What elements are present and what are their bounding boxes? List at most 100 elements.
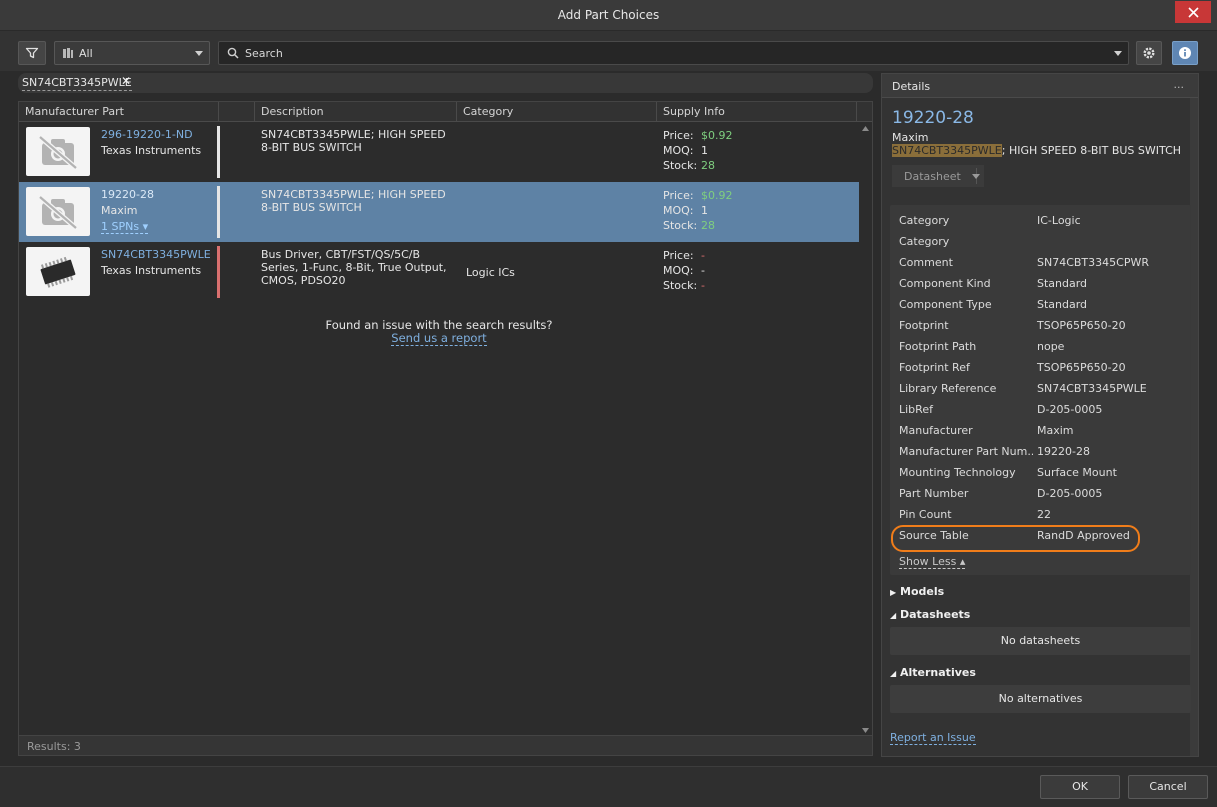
send-report-link[interactable]: Send us a report [391,331,487,346]
property-row: Pin Count 22 [899,504,1189,525]
status-bar [217,186,220,238]
column-header[interactable]: Manufacturer Part [19,102,219,121]
toolbar: All Search [0,31,1217,71]
no-image-icon [26,127,90,176]
cancel-button[interactable]: Cancel [1128,775,1208,799]
search-placeholder: Search [245,47,283,60]
property-value: Standard [1037,298,1088,311]
stock-label: Stock: [663,219,698,232]
scope-dropdown[interactable]: All [54,41,210,65]
section-models[interactable]: ▶ Models [890,585,944,598]
column-header[interactable]: Supply Info [657,102,857,121]
property-value: SN74CBT3345CPWR [1037,256,1149,269]
stock-value: - [701,279,705,292]
window-title: Add Part Choices [557,8,660,22]
moq-value: - [701,264,705,277]
close-button[interactable] [1175,1,1211,23]
close-icon [1187,6,1199,18]
details-title: Details [892,80,931,93]
moq-label: MOQ: [663,264,694,277]
property-value: D-205-0005 [1037,403,1103,416]
table-row-selected[interactable]: 19220-28 Maxim 1 SPNs ▾ SN74CBT3345PWLE;… [19,182,859,242]
table-row[interactable]: SN74CBT3345PWLE Texas Instruments Bus Dr… [19,242,859,302]
property-row: Footprint TSOP65P650-20 [899,315,1189,336]
gear-icon [1143,47,1155,59]
filter-chip[interactable]: SN74CBT3345PWLE [22,76,132,91]
property-row: Library Reference SN74CBT3345PWLE [899,378,1189,399]
report-issue-link[interactable]: Report an Issue [890,731,976,745]
scroll-down-icon[interactable] [862,728,869,733]
property-value: 22 [1037,508,1051,521]
column-header[interactable]: Category [457,102,657,121]
status-bar [217,246,220,298]
property-row: Component Kind Standard [899,273,1189,294]
price-label: Price: [663,189,694,202]
property-key: Manufacturer Part Num... [899,445,1033,458]
property-value: Maxim [1037,424,1074,437]
description: SN74CBT3345PWLE; HIGH SPEED 8-BIT BUS SW… [261,188,446,214]
price-label: Price: [663,249,694,262]
property-key: Category [899,235,950,248]
info-icon [1179,47,1191,59]
info-button[interactable] [1172,41,1198,65]
property-row: Footprint Ref TSOP65P650-20 [899,357,1189,378]
results-count: Results: 3 [19,735,872,755]
filter-chip-bar: SN74CBT3345PWLE ✕ [18,73,873,93]
chevron-down-icon [195,51,203,56]
stock-label: Stock: [663,159,698,172]
feedback-question: Found an issue with the search results? [325,318,553,332]
datasheet-button[interactable]: Datasheet [892,165,984,187]
property-key: Comment [899,256,953,269]
column-header[interactable]: Description [255,102,457,121]
filter-button[interactable] [18,41,46,65]
description: Bus Driver, CBT/FST/QS/5C/B Series, 1-Fu… [261,248,447,287]
scroll-up-icon[interactable] [862,126,869,131]
no-datasheets-box: No datasheets [890,627,1191,655]
no-alternatives-box: No alternatives [890,685,1191,713]
search-history-dropdown[interactable] [1114,51,1122,56]
section-label: Datasheets [900,608,971,621]
part-number-link[interactable]: SN74CBT3345PWLE [101,248,211,261]
chevron-right-icon: ▶ [890,588,897,597]
remove-filter-icon[interactable]: ✕ [121,74,131,88]
manufacturer: Texas Instruments [101,264,202,277]
search-input[interactable]: Search [218,41,1129,65]
property-key: Library Reference [899,382,997,395]
detail-part-number: 19220-28 [892,108,974,128]
property-row: Part Number D-205-0005 [899,483,1189,504]
price-value: $0.92 [701,129,733,142]
part-number-link[interactable]: 296-19220-1-ND [101,128,193,141]
moq-value: 1 [701,144,708,157]
section-alternatives[interactable]: ◢ Alternatives [890,666,976,679]
library-icon [63,48,73,58]
spn-dropdown[interactable]: 1 SPNs ▾ [101,220,149,234]
property-key: Component Type [899,298,992,311]
supply-info: Price: $0.92 MOQ: 1 Stock: 28 [663,128,733,173]
property-key: Manufacturer [899,424,973,437]
ok-button[interactable]: OK [1040,775,1120,799]
spn-count: 1 SPNs [101,220,140,233]
stock-value: 28 [701,219,715,232]
results-scrollbar[interactable] [859,122,872,737]
status-bar [217,126,220,178]
show-less-link[interactable]: Show Less ▴ [899,555,966,569]
section-datasheets[interactable]: ◢ Datasheets [890,608,970,621]
details-scrollbar[interactable] [1190,98,1198,756]
table-row[interactable]: 296-19220-1-ND Texas Instruments SN74CBT… [19,122,859,182]
property-key: LibRef [899,403,933,416]
more-options-icon[interactable]: ... [1174,78,1185,91]
detail-description-rest: ; HIGH SPEED 8-BIT BUS SWITCH [1001,144,1182,157]
property-key: Footprint Ref [899,361,970,374]
manufacturer: Maxim [101,204,138,217]
settings-button[interactable] [1136,41,1162,65]
property-row: Mounting Technology Surface Mount [899,462,1189,483]
description: SN74CBT3345PWLE; HIGH SPEED 8-BIT BUS SW… [261,128,446,154]
property-value: TSOP65P650-20 [1037,319,1126,332]
chevron-down-icon[interactable] [972,174,980,179]
price-label: Price: [663,129,694,142]
property-key: Part Number [899,487,969,500]
part-number-link[interactable]: 19220-28 [101,188,154,201]
highlight-annotation [891,525,1140,552]
property-value: 19220-28 [1037,445,1090,458]
section-label: Alternatives [900,666,976,679]
